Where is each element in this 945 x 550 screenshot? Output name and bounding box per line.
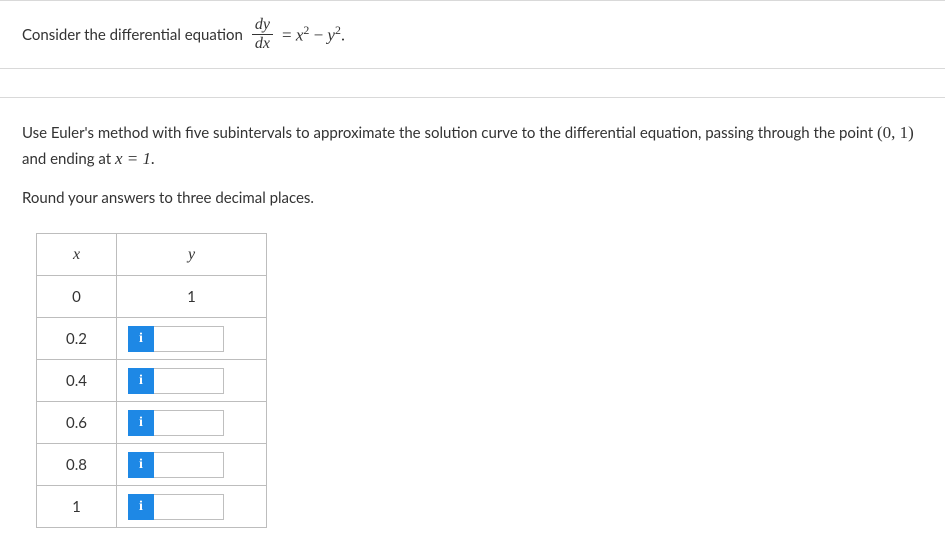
info-icon[interactable]: i bbox=[128, 368, 154, 394]
table-header-x: x bbox=[37, 234, 117, 276]
answer-input[interactable] bbox=[154, 326, 224, 352]
cell-x: 0.8 bbox=[37, 444, 117, 486]
instruction-rounding: Round your answers to three decimal plac… bbox=[22, 189, 923, 207]
cell-y-input: i bbox=[117, 318, 267, 360]
fraction-denominator: dx bbox=[252, 34, 273, 52]
table-body: 0 1 0.2 i 0.4 i bbox=[37, 276, 267, 528]
answer-input[interactable] bbox=[154, 410, 224, 436]
cell-x: 0.6 bbox=[37, 402, 117, 444]
info-icon[interactable]: i bbox=[128, 494, 154, 520]
info-icon[interactable]: i bbox=[128, 452, 154, 478]
answer-input[interactable] bbox=[154, 494, 224, 520]
cell-x: 0.4 bbox=[37, 360, 117, 402]
equation-rhs: = x2 − y2. bbox=[282, 23, 345, 46]
cell-x: 0 bbox=[37, 276, 117, 318]
euler-table: x y 0 1 0.2 i 0.4 bbox=[36, 233, 267, 528]
info-icon[interactable]: i bbox=[128, 410, 154, 436]
fraction-numerator: dy bbox=[252, 17, 273, 34]
cell-y-input: i bbox=[117, 402, 267, 444]
table-header-y: y bbox=[117, 234, 267, 276]
answer-input[interactable] bbox=[154, 452, 224, 478]
info-icon[interactable]: i bbox=[128, 326, 154, 352]
answer-input[interactable] bbox=[154, 368, 224, 394]
table-row: 0.4 i bbox=[37, 360, 267, 402]
cell-y: 1 bbox=[117, 276, 267, 318]
instruction-main: Use Euler's method with five subinterval… bbox=[22, 120, 923, 171]
table-row: 0.8 i bbox=[37, 444, 267, 486]
question-stem-card: Consider the differential equation dy dx… bbox=[0, 0, 945, 69]
prompt-lead: Consider the differential equation bbox=[22, 26, 243, 44]
cell-x: 1 bbox=[37, 486, 117, 528]
cell-y-input: i bbox=[117, 486, 267, 528]
prompt-line: Consider the differential equation dy dx… bbox=[22, 17, 923, 52]
cell-x: 0.2 bbox=[37, 318, 117, 360]
table-row: 0.6 i bbox=[37, 402, 267, 444]
cell-y-input: i bbox=[117, 444, 267, 486]
table-row: 0 1 bbox=[37, 276, 267, 318]
cell-y-input: i bbox=[117, 360, 267, 402]
fraction-dy-dx: dy dx bbox=[252, 17, 273, 52]
table-row: 1 i bbox=[37, 486, 267, 528]
question-body-card: Use Euler's method with five subinterval… bbox=[0, 97, 945, 550]
table-row: 0.2 i bbox=[37, 318, 267, 360]
